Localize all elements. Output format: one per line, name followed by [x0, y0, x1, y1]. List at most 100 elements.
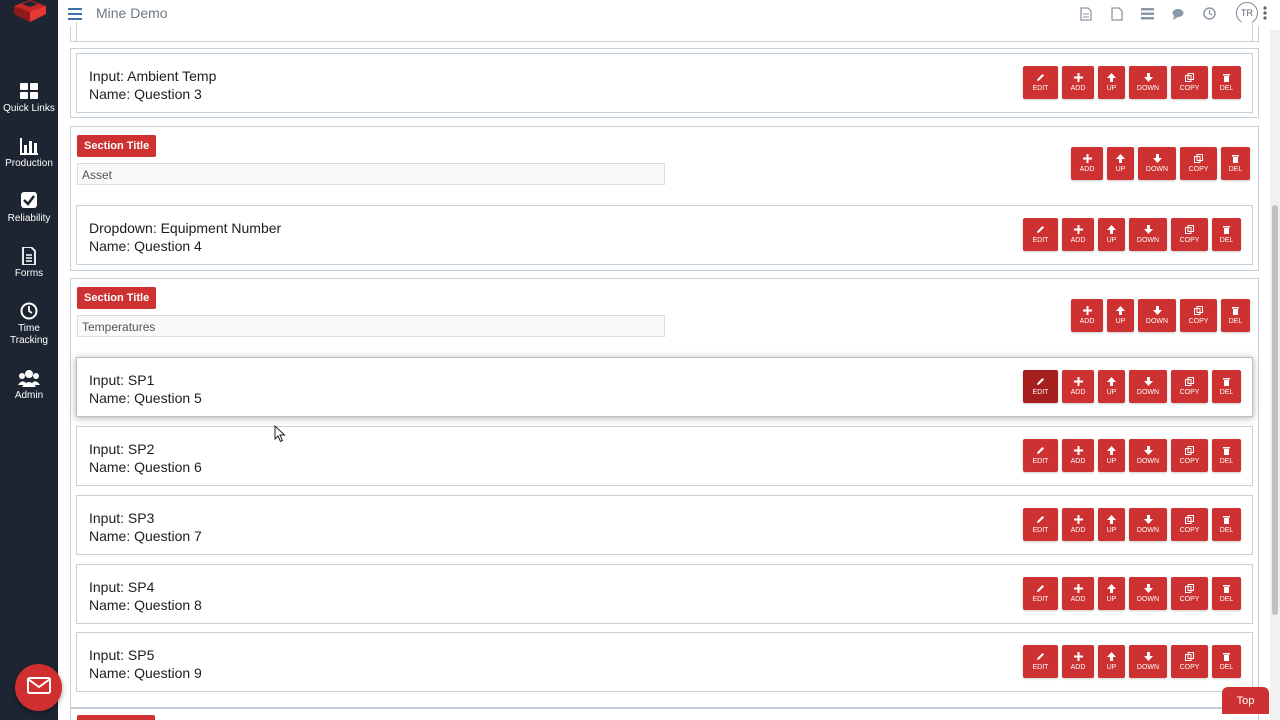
user-avatar[interactable]: TR [1236, 2, 1258, 24]
pencil-icon [1037, 225, 1044, 233]
add-button[interactable]: ADD [1062, 508, 1094, 541]
plus-icon [1073, 224, 1083, 234]
sidebar-item-label: Forms [14, 268, 44, 279]
section-actions: ADD UP DOWN COPY DEL [1071, 299, 1250, 332]
delete-button[interactable]: DEL [1221, 147, 1250, 180]
add-button[interactable]: ADD [1062, 218, 1094, 251]
card-actions: EDIT ADD UP DOWN COPY DEL [1023, 439, 1241, 472]
copy-button[interactable]: COPY [1171, 508, 1208, 541]
trash-icon [1223, 225, 1230, 234]
delete-button[interactable]: DEL [1212, 218, 1241, 251]
move-up-button[interactable]: UP [1107, 147, 1134, 180]
copy-button[interactable]: COPY [1171, 577, 1208, 610]
message-button[interactable] [15, 664, 62, 711]
plus-icon [1073, 651, 1083, 661]
question-card[interactable]: Dropdown: Equipment Number Name: Questio… [76, 205, 1253, 265]
add-button[interactable]: ADD [1062, 439, 1094, 472]
edit-button[interactable]: EDIT [1023, 439, 1058, 472]
move-down-button[interactable]: DOWN [1138, 299, 1176, 332]
delete-button[interactable]: DEL [1212, 577, 1241, 610]
move-up-button[interactable]: UP [1098, 218, 1125, 251]
plus-icon [1073, 72, 1083, 82]
delete-button[interactable]: DEL [1212, 370, 1241, 403]
question-card[interactable]: Input: SP4 Name: Question 8 EDIT ADD UP … [76, 564, 1253, 624]
pencil-icon [1037, 73, 1044, 81]
edit-button[interactable]: EDIT [1023, 66, 1058, 99]
card-actions: EDIT ADD UP DOWN COPY DEL [1023, 508, 1241, 541]
sidebar-item-quick-links[interactable]: Quick Links [0, 82, 58, 115]
move-up-button[interactable]: UP [1098, 370, 1125, 403]
move-up-button[interactable]: UP [1098, 577, 1125, 610]
move-down-button[interactable]: DOWN [1129, 577, 1167, 610]
add-button[interactable]: ADD [1071, 147, 1103, 180]
sidebar-item-production[interactable]: Production [0, 137, 58, 170]
add-button[interactable]: ADD [1062, 577, 1094, 610]
move-up-button[interactable]: UP [1098, 508, 1125, 541]
move-up-button[interactable]: UP [1098, 645, 1125, 678]
edit-button[interactable]: EDIT [1023, 370, 1058, 403]
scroll-to-top-button[interactable]: Top [1222, 687, 1269, 714]
sidebar-item-reliability[interactable]: Reliability [0, 192, 58, 225]
page-scrollbar[interactable] [1270, 30, 1280, 720]
move-down-button[interactable]: DOWN [1129, 370, 1167, 403]
sidebar-item-forms[interactable]: Forms [0, 247, 58, 280]
copy-button[interactable]: COPY [1171, 218, 1208, 251]
copy-button[interactable]: COPY [1180, 299, 1217, 332]
delete-button[interactable]: DEL [1212, 66, 1241, 99]
section-title-field[interactable]: Asset [77, 163, 665, 185]
question-card[interactable]: Input: SP3 Name: Question 7 EDIT ADD UP … [76, 495, 1253, 555]
question-type: Input: SP5 [89, 647, 155, 663]
move-down-button[interactable]: DOWN [1129, 645, 1167, 678]
trash-icon [1223, 515, 1230, 524]
delete-button[interactable]: DEL [1212, 439, 1241, 472]
section-title-badge: Section Title [77, 135, 157, 157]
copy-button[interactable]: COPY [1171, 66, 1208, 99]
pencil-icon [1037, 377, 1044, 385]
card-actions: EDIT ADD UP DOWN COPY DEL [1023, 645, 1241, 678]
arrow-up-icon [1116, 305, 1125, 315]
plus-icon [1073, 583, 1083, 593]
move-down-button[interactable]: DOWN [1129, 218, 1167, 251]
trash-icon [1223, 446, 1230, 455]
question-name: Name: Question 5 [89, 390, 202, 406]
edit-button[interactable]: EDIT [1023, 218, 1058, 251]
scrollbar-thumb[interactable] [1272, 205, 1278, 615]
edit-button[interactable]: EDIT [1023, 508, 1058, 541]
question-name: Name: Question 3 [89, 86, 202, 102]
edit-button[interactable]: EDIT [1023, 645, 1058, 678]
delete-button[interactable]: DEL [1212, 645, 1241, 678]
question-name: Name: Question 6 [89, 459, 202, 475]
sidebar-item-time-tracking[interactable]: Time Tracking [0, 302, 58, 347]
sidebar-item-label: Time Tracking [10, 323, 48, 346]
copy-button[interactable]: COPY [1171, 645, 1208, 678]
move-down-button[interactable]: DOWN [1138, 147, 1176, 180]
copy-button[interactable]: COPY [1171, 439, 1208, 472]
add-button[interactable]: ADD [1062, 645, 1094, 678]
card-actions: EDIT ADD UP DOWN COPY DEL [1023, 66, 1241, 99]
copy-button[interactable]: COPY [1171, 370, 1208, 403]
brand-logo[interactable] [6, 0, 52, 26]
copy-button[interactable]: COPY [1180, 147, 1217, 180]
add-button[interactable]: ADD [1071, 299, 1103, 332]
arrow-up-icon [1107, 376, 1116, 386]
edit-button[interactable]: EDIT [1023, 577, 1058, 610]
delete-button[interactable]: DEL [1221, 299, 1250, 332]
plus-icon [1082, 153, 1092, 163]
question-card[interactable]: Input: SP5 Name: Question 9 EDIT ADD UP … [76, 632, 1253, 692]
add-button[interactable]: ADD [1062, 370, 1094, 403]
move-down-button[interactable]: DOWN [1129, 66, 1167, 99]
copy-icon [1194, 305, 1203, 315]
move-down-button[interactable]: DOWN [1129, 439, 1167, 472]
question-card-selected[interactable]: Input: SP1 Name: Question 5 EDIT ADD UP … [76, 357, 1253, 417]
question-card[interactable]: Input: Ambient Temp Name: Question 3 EDI… [76, 53, 1253, 113]
add-button[interactable]: ADD [1062, 66, 1094, 99]
move-up-button[interactable]: UP [1098, 439, 1125, 472]
delete-button[interactable]: DEL [1212, 508, 1241, 541]
section-title-field[interactable]: Temperatures [77, 315, 665, 337]
more-options-icon[interactable] [1263, 6, 1267, 25]
sidebar-item-admin[interactable]: Admin [0, 369, 58, 402]
move-up-button[interactable]: UP [1098, 66, 1125, 99]
move-up-button[interactable]: UP [1107, 299, 1134, 332]
question-card[interactable]: Input: SP2 Name: Question 6 EDIT ADD UP … [76, 426, 1253, 486]
move-down-button[interactable]: DOWN [1129, 508, 1167, 541]
